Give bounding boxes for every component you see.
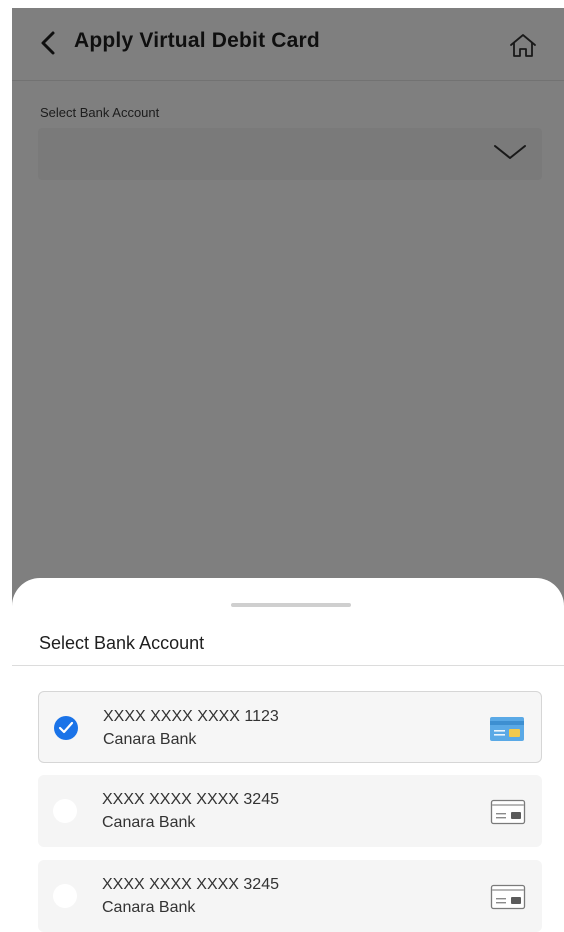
account-option[interactable]: XXXX XXXX XXXX 3245 Canara Bank	[38, 860, 542, 932]
radio-unchecked[interactable]	[53, 884, 77, 908]
divider	[12, 665, 564, 666]
bank-name: Canara Bank	[102, 899, 196, 916]
bank-name: Canara Bank	[103, 731, 197, 748]
check-icon	[58, 721, 74, 734]
debit-card-icon	[490, 884, 526, 910]
debit-card-icon	[490, 799, 526, 825]
sheet-title: Select Bank Account	[39, 633, 205, 653]
account-number: XXXX XXXX XXXX 3245	[102, 876, 279, 893]
radio-checked[interactable]	[54, 716, 78, 740]
debit-card-icon	[490, 717, 524, 741]
bottom-sheet: Select Bank Account XXXX XXXX XXXX 1123 …	[12, 578, 564, 932]
account-option[interactable]: XXXX XXXX XXXX 1123 Canara Bank	[38, 691, 542, 763]
radio-unchecked[interactable]	[53, 799, 77, 823]
bank-name: Canara Bank	[102, 814, 196, 831]
drag-handle[interactable]	[231, 603, 351, 607]
account-option[interactable]: XXXX XXXX XXXX 3245 Canara Bank	[38, 775, 542, 847]
account-number: XXXX XXXX XXXX 3245	[102, 791, 279, 808]
account-number: XXXX XXXX XXXX 1123	[103, 708, 279, 725]
